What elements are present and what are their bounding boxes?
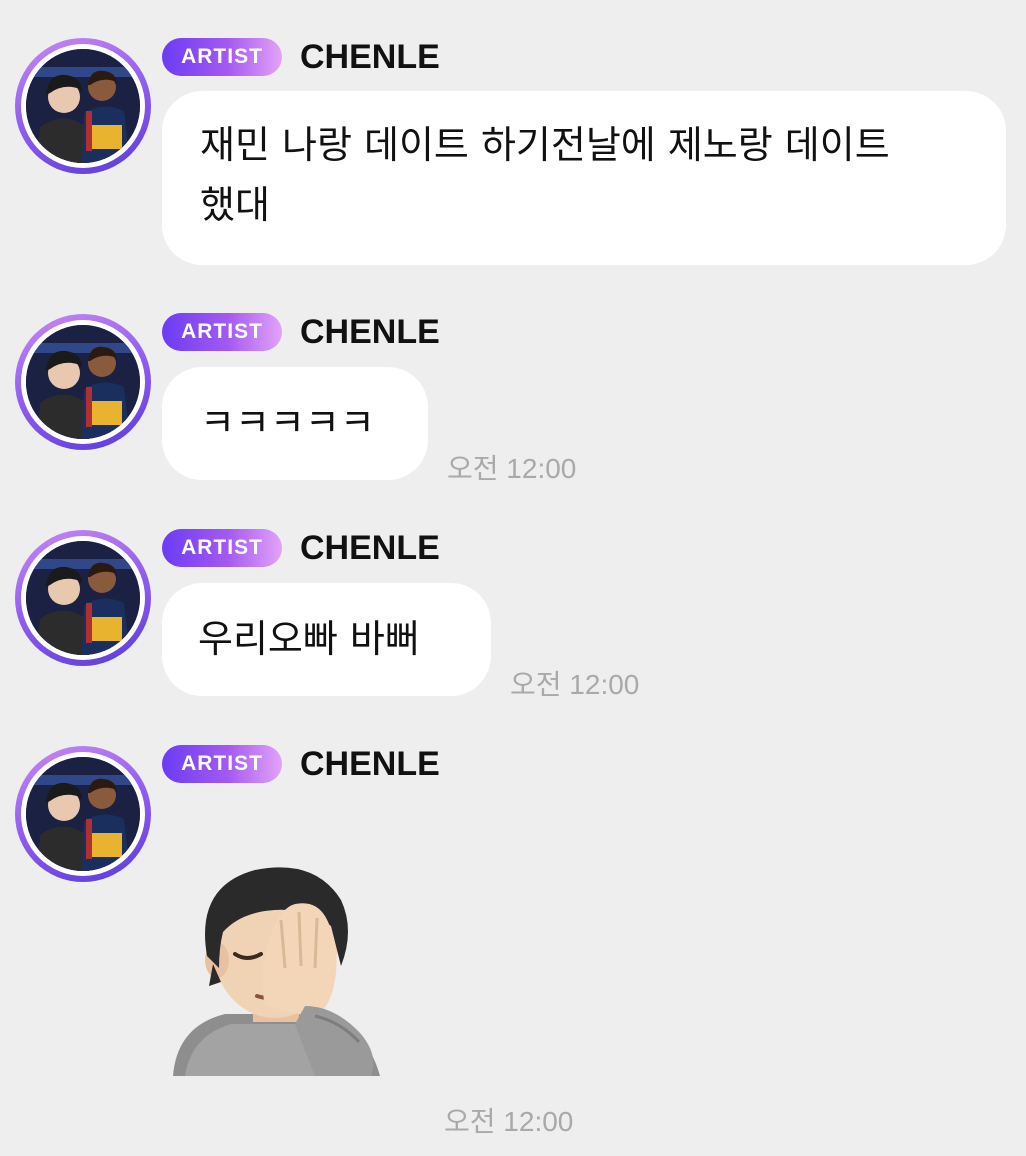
sender-name[interactable]: CHENLE: [300, 744, 440, 784]
avatar[interactable]: [15, 746, 151, 882]
artist-badge: ARTIST: [162, 745, 282, 783]
message-timestamp: 오전 12:00: [444, 1106, 574, 1137]
facepalm-emoji-icon[interactable]: [165, 856, 390, 1078]
chat-message: ARTIST CHENLE 오전 12:00: [0, 0, 1026, 1156]
profile-photo-icon: [26, 757, 140, 871]
avatar-photo: [26, 757, 140, 871]
